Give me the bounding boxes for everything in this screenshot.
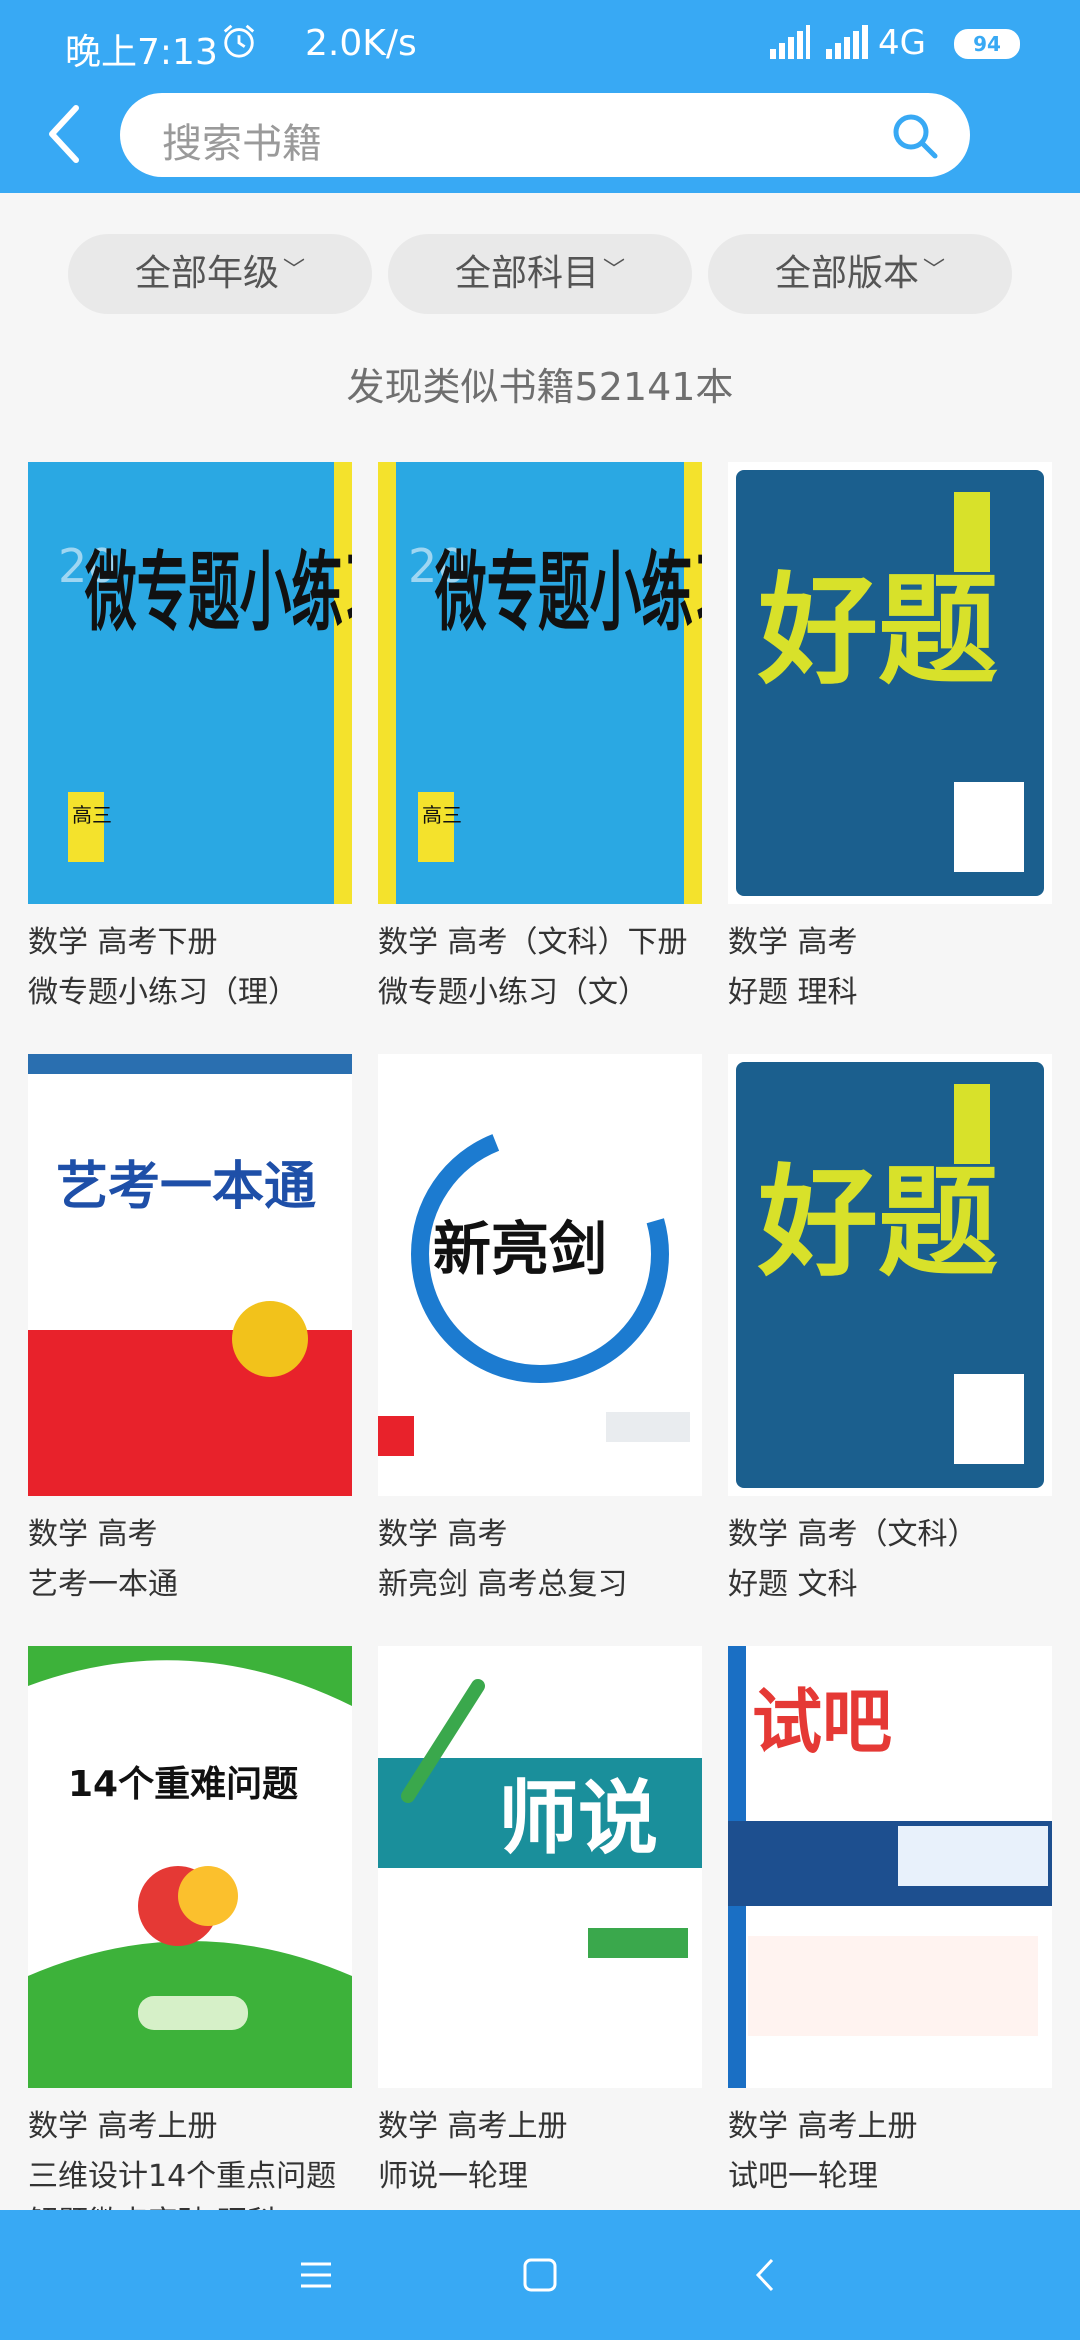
chevron-down-icon: ﹀: [603, 258, 626, 283]
book-card[interactable]: 好题 数学 高考（文科） 好题 文科: [728, 1054, 1052, 1610]
filter-edition[interactable]: 全部版本 ﹀: [708, 234, 1012, 314]
book-subject: 数学 高考上册: [28, 2109, 218, 2144]
book-subject: 数学 高考: [28, 1517, 158, 1552]
result-count: 发现类似书籍52141本: [346, 365, 734, 409]
filter-subject-label: 全部科目: [454, 253, 599, 294]
book-card[interactable]: 14个重难问题 数学 高考上册 三维设计14个重点问题: [28, 1646, 352, 2202]
filter-grade-label: 全部年级: [134, 253, 279, 294]
book-subject: 数学 高考: [728, 925, 858, 960]
search-placeholder: 搜索书籍: [162, 121, 322, 167]
search-icon[interactable]: [890, 111, 940, 161]
book-title: 微专题小练习（文）: [378, 975, 648, 1010]
filter-subject[interactable]: 全部科目 ﹀: [388, 234, 692, 314]
battery-indicator: 94: [954, 29, 1020, 59]
svg-text:新亮剑: 新亮剑: [433, 1215, 607, 1283]
svg-text:师说: 师说: [498, 1771, 658, 1865]
back-arrow-icon[interactable]: [38, 98, 92, 170]
filter-edition-label: 全部版本: [774, 253, 919, 294]
filter-bar: 全部年级 ﹀ 全部科目 ﹀ 全部版本 ﹀: [0, 234, 1080, 314]
book-title: 三维设计14个重点问题: [28, 2159, 337, 2194]
book-cover: 14个重难问题: [28, 1646, 352, 2088]
book-title: 好题 文科: [728, 1567, 858, 1602]
svg-text:高三: 高三: [422, 803, 462, 827]
svg-text:14个重难问题: 14个重难问题: [68, 1764, 298, 1805]
book-title: 好题 理科: [728, 975, 858, 1010]
system-nav-bar: [0, 2210, 1080, 2340]
network-type: 4G: [878, 23, 926, 63]
book-card[interactable]: 试吧 数学 高考上册 试吧一轮理: [728, 1646, 1052, 2202]
filter-grade[interactable]: 全部年级 ﹀: [68, 234, 372, 314]
book-card[interactable]: 20 微专题小练习 高三 数学 高考（文科）下册 微专题小练习（文）: [378, 462, 745, 1018]
status-time: 晚上7:13: [65, 32, 218, 73]
book-card[interactable]: 师说 数学 高考上册 师说一轮理: [378, 1646, 702, 2202]
svg-text:好题: 好题: [757, 560, 998, 701]
svg-text:微专题小练习: 微专题小练习: [84, 541, 352, 643]
alarm-icon: [223, 24, 255, 58]
svg-text:试吧: 试吧: [752, 1680, 892, 1763]
svg-text:微专题小练习: 微专题小练习: [434, 541, 702, 643]
svg-text:艺考一本通: 艺考一本通: [56, 1156, 316, 1217]
book-subject: 数学 高考下册: [28, 925, 218, 960]
book-title: 师说一轮理: [378, 2159, 528, 2194]
chevron-down-icon: ﹀: [283, 258, 306, 283]
svg-text:好题: 好题: [757, 1152, 998, 1293]
book-subject: 数学 高考（文科）: [728, 1517, 978, 1552]
home-square-icon[interactable]: [515, 2250, 565, 2300]
status-bar: 晚上7:13 2.0K/s 4G 94: [0, 0, 1080, 90]
book-subject: 数学 高考: [378, 1517, 508, 1552]
hd-signal-icon: [826, 25, 868, 59]
book-cover: 新亮剑: [378, 1054, 702, 1496]
book-card[interactable]: 好题 数学 高考 好题 理科: [728, 462, 1052, 1018]
book-card[interactable]: 新亮剑 数学 高考 新亮剑 高考总复习: [378, 1054, 702, 1610]
book-cover: 艺考一本通: [28, 1054, 352, 1496]
signal-icon: [770, 25, 810, 59]
search-input[interactable]: 搜索书籍: [120, 93, 970, 177]
svg-text:高三: 高三: [72, 803, 112, 827]
book-subject: 数学 高考（文科）下册: [378, 925, 688, 960]
menu-icon[interactable]: [291, 2250, 341, 2300]
book-title: 艺考一本通: [28, 1567, 178, 1602]
book-cover: 20 微专题小练习 高三: [28, 462, 395, 904]
book-subject: 数学 高考上册: [378, 2109, 568, 2144]
book-cover: 师说: [378, 1646, 702, 2088]
book-card[interactable]: 20 微专题小练习 高三 数学 高考下册 微专题小练习（理）: [28, 462, 395, 1018]
book-card[interactable]: 艺考一本通 数学 高考 艺考一本通: [28, 1054, 352, 1610]
book-title: 试吧一轮理: [728, 2159, 878, 2194]
book-cover: 好题: [728, 1054, 1052, 1496]
top-app-bar: 晚上7:13 2.0K/s 4G 94 搜索书籍: [0, 0, 1080, 193]
book-cover: 好题: [728, 462, 1052, 904]
book-subject: 数学 高考上册: [728, 2109, 918, 2144]
chevron-down-icon: ﹀: [923, 258, 946, 283]
book-title: 新亮剑 高考总复习: [378, 1567, 628, 1602]
network-speed: 2.0K/s: [305, 23, 417, 64]
book-title: 微专题小练习（理）: [28, 975, 298, 1010]
back-nav-icon[interactable]: [740, 2250, 790, 2300]
book-cover: 20 微专题小练习 高三: [378, 462, 745, 904]
book-cover: 试吧: [728, 1646, 1052, 2088]
